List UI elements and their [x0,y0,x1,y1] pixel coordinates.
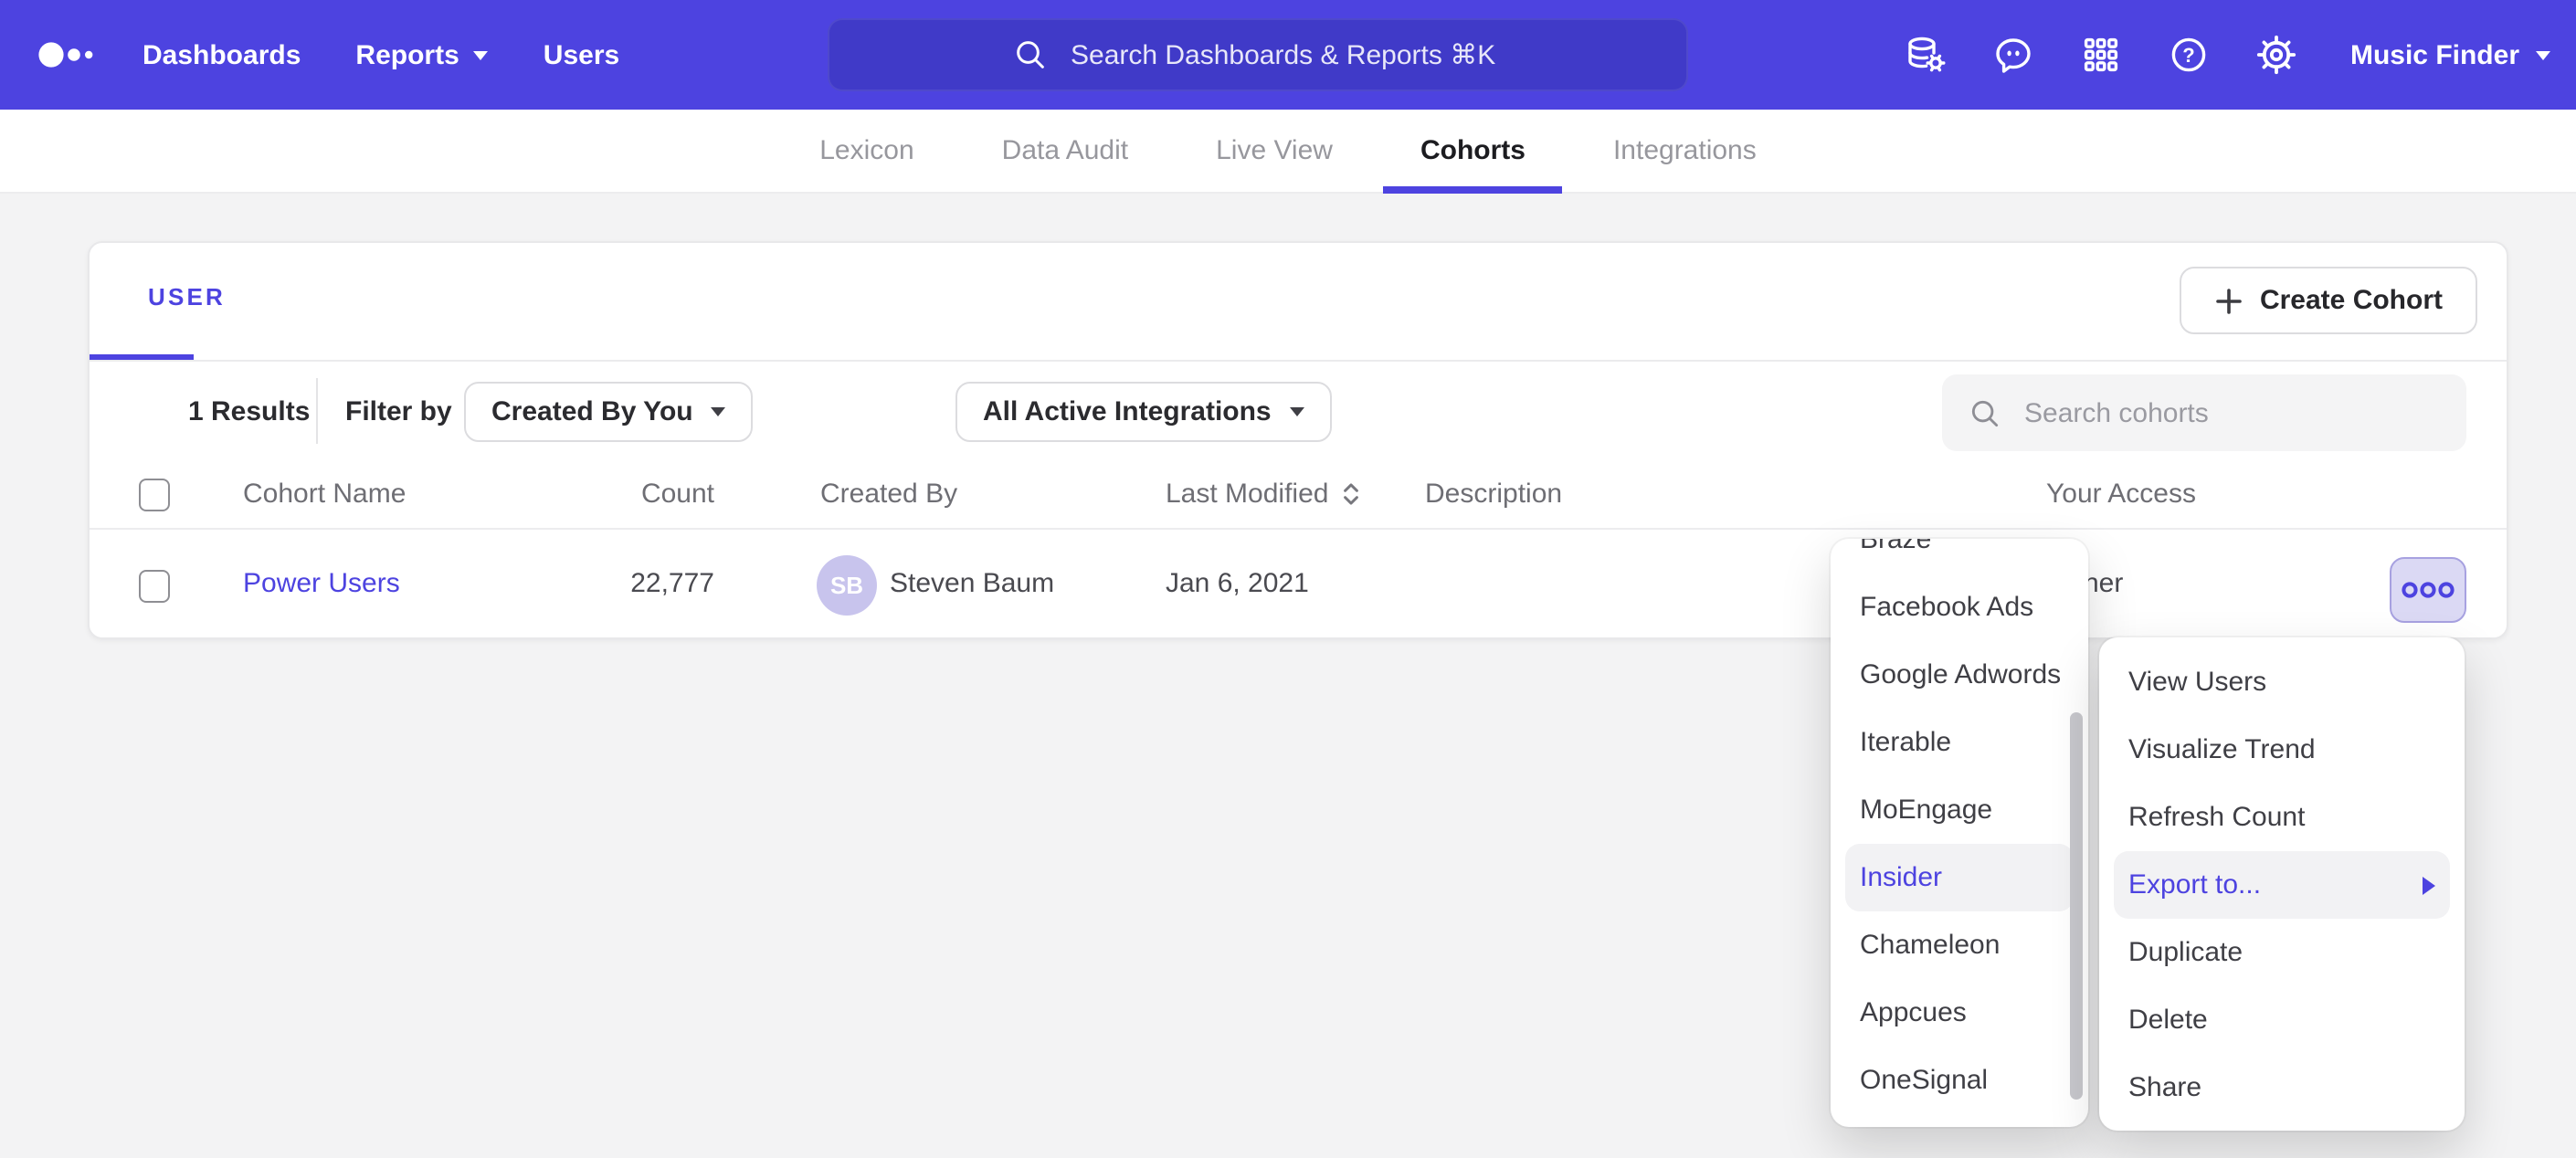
table-row: Power Users 22,777 SB Steven Baum Jan 6,… [90,530,2507,641]
col-description[interactable]: Description [1425,479,1562,510]
cohort-count: 22,777 [532,568,714,599]
col-last-modified[interactable]: Last Modified [1166,479,1361,510]
menu-item-onesignal[interactable]: OneSignal [1831,1047,2088,1114]
tab-data-audit[interactable]: Data Audit [1002,109,1128,193]
col-created-by[interactable]: Created By [820,479,957,510]
col-label: Last Modified [1166,479,1328,510]
export-to-submenu: Braze Facebook Ads Google Adwords Iterab… [1831,539,2088,1127]
project-name: Music Finder [2350,39,2519,70]
cohort-search-input[interactable] [2021,395,2441,430]
global-search[interactable] [828,18,1688,91]
plus-icon [2214,286,2243,315]
menu-item-view-users[interactable]: View Users [2099,648,2465,716]
chevron-down-icon [1290,407,1304,416]
results-count: 1 Results [188,396,310,427]
cohorts-panel: USER Create Cohort 1 Results Filter by C… [88,241,2508,639]
divider [316,378,318,444]
create-cohort-label: Create Cohort [2260,285,2443,316]
export-target-list: Braze Facebook Ads Google Adwords Iterab… [1831,539,2088,1114]
menu-item-export-to[interactable]: Export to... [2114,851,2450,919]
created-by-name: Steven Baum [890,568,1054,599]
cohort-search[interactable] [1942,374,2466,451]
tab-live-view[interactable]: Live View [1216,109,1333,193]
navbar-right-group: ? Music Finder [1905,0,2550,110]
col-count[interactable]: Count [532,479,714,510]
apps-grid-icon[interactable] [2080,33,2124,77]
divider [90,360,2507,362]
nav-item-label: Reports [355,39,459,70]
help-icon[interactable]: ? [2168,33,2212,77]
nav-item-label: Users [544,39,619,70]
global-search-input[interactable] [1067,37,1504,72]
menu-item-braze[interactable]: Braze [1831,539,2088,574]
filter-label: Created By You [491,396,693,427]
menu-item-delete[interactable]: Delete [2099,986,2465,1054]
menu-item-moengage[interactable]: MoEngage [1831,776,2088,844]
cohort-name-link[interactable]: Power Users [243,568,400,599]
menu-item-google-adwords[interactable]: Google Adwords [1831,641,2088,709]
select-all-checkbox[interactable] [139,479,170,511]
create-cohort-button[interactable]: Create Cohort [2180,267,2477,334]
submenu-arrow-icon [2423,876,2435,894]
chevron-down-icon [712,407,726,416]
table-header: Cohort Name Count Created By Last Modifi… [90,464,2507,530]
menu-item-duplicate[interactable]: Duplicate [2099,919,2465,986]
row-checkbox[interactable] [139,570,170,603]
menu-item-visualize-trend[interactable]: Visualize Trend [2099,716,2465,784]
settings-icon[interactable] [2255,33,2299,77]
sort-icon [1341,480,1361,508]
tab-integrations[interactable]: Integrations [1613,109,1757,193]
avatar: SB [817,555,877,616]
menu-item-refresh-count[interactable]: Refresh Count [2099,784,2465,851]
filter-integrations-dropdown[interactable]: All Active Integrations [955,382,1332,442]
col-cohort-name[interactable]: Cohort Name [243,479,406,510]
menu-item-chameleon[interactable]: Chameleon [1831,911,2088,979]
nav-item-reports[interactable]: Reports [355,39,488,70]
section-tabbar: Lexicon Data Audit Live View Cohorts Int… [0,110,2576,194]
menu-item-label: Export to... [2128,851,2261,919]
cohort-type-tab-user[interactable]: USER [148,283,226,311]
mixpanel-logo-icon[interactable] [37,33,99,77]
filter-by-label: Filter by [345,396,452,427]
row-actions-button[interactable] [2390,557,2466,623]
filter-created-by-dropdown[interactable]: Created By You [464,382,754,442]
ellipsis-icon [2401,579,2455,601]
chevron-down-icon [474,50,489,59]
tab-lexicon[interactable]: Lexicon [819,109,913,193]
nav-item-label: Dashboards [143,39,301,70]
last-modified-date: Jan 6, 2021 [1166,568,1309,599]
row-actions-menu: View Users Visualize Trend Refresh Count… [2099,637,2465,1131]
menu-item-facebook-ads[interactable]: Facebook Ads [1831,574,2088,641]
data-management-icon[interactable] [1905,33,1948,77]
feedback-icon[interactable] [1992,33,2036,77]
nav-item-dashboards[interactable]: Dashboards [143,39,301,70]
search-icon [1012,37,1049,73]
menu-item-iterable[interactable]: Iterable [1831,709,2088,776]
project-selector[interactable]: Music Finder [2350,39,2550,70]
svg-text:?: ? [2183,44,2195,67]
col-your-access[interactable]: Your Access [2046,479,2196,510]
tab-cohorts[interactable]: Cohorts [1420,109,1526,193]
menu-item-insider[interactable]: Insider [1845,844,2074,911]
nav-item-users[interactable]: Users [544,39,619,70]
search-icon [1968,395,2002,430]
filter-label: All Active Integrations [983,396,1272,427]
menu-item-share[interactable]: Share [2099,1054,2465,1121]
app-window: Dashboards Reports Users [0,0,2576,1158]
submenu-scrollbar[interactable] [2070,712,2083,1100]
primary-nav: Dashboards Reports Users [143,0,619,110]
top-navbar: Dashboards Reports Users [0,0,2576,110]
chevron-down-icon [2536,50,2550,59]
menu-item-appcues[interactable]: Appcues [1831,979,2088,1047]
